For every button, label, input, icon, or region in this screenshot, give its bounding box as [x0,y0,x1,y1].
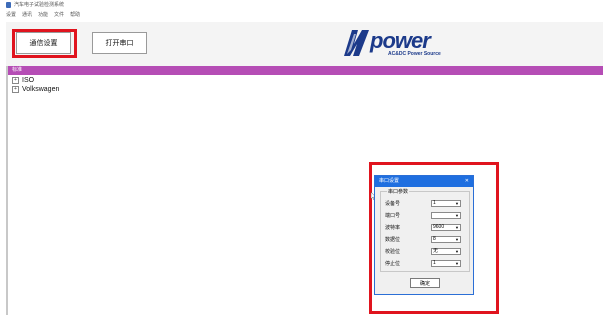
ok-button[interactable]: 确定 [410,278,440,288]
field-port-no: 端口号 ▼ [385,211,469,219]
tree-item-iso[interactable]: + ISO [12,76,59,85]
port-no-select[interactable]: ▼ [431,211,461,219]
toolbar: 通信设置 打开串口 power AC&DC Power Source [6,22,603,66]
menu-item-settings[interactable]: 设置 [6,10,16,20]
dialog-title-bar: 串口设置 ✕ [375,176,473,187]
field-baud-rate: 波特率 9600 ▼ [385,223,469,231]
select-value: 无 [433,247,439,254]
brand-logo: power AC&DC Power Source [342,26,442,60]
menu-item-comm[interactable]: 通讯 [22,10,32,20]
menu-item-help[interactable]: 帮助 [70,10,80,20]
field-data-bits: 数据位 8 ▼ [385,235,469,243]
field-label: 数据位 [385,236,401,243]
menu-item-file[interactable]: 文件 [54,10,64,20]
field-label: 波特率 [385,224,401,231]
group-title: 串口参数 [387,188,410,195]
tree-header: 标准 [8,66,603,75]
chevron-down-icon: ▼ [455,260,459,266]
select-value: 1 [433,259,436,266]
chevron-down-icon: ▼ [455,200,459,206]
menu-bar: 设置 通讯 功能 文件 帮助 [0,10,603,20]
field-label: 停止位 [385,260,401,267]
title-bar: 汽车电子试验检测系统 [0,0,603,10]
chevron-down-icon: ▼ [455,248,459,254]
app-icon [6,2,11,8]
baud-rate-select[interactable]: 9600 ▼ [431,223,461,231]
field-parity: 校验位 无 ▼ [385,247,469,255]
device-no-select[interactable]: 1 ▼ [431,199,461,207]
tree-item-label[interactable]: ISO [22,77,34,84]
select-value: 9600 [433,223,445,230]
data-bits-select[interactable]: 8 ▼ [431,235,461,243]
expand-icon[interactable]: + [12,77,19,84]
menu-item-function[interactable]: 功能 [38,10,48,20]
logo-mark-icon [344,30,369,56]
window-title: 汽车电子试验检测系统 [14,2,65,8]
serial-params-group: 串口参数 设备号 1 ▼ 端口号 ▼ 波特率 9600 ▼ 数据位 8 ▼ 校验… [380,188,470,272]
chevron-down-icon: ▼ [455,236,459,242]
tree-item-label[interactable]: Volkswagen [22,86,59,93]
highlight-box-settings [12,29,77,58]
tree-item-volkswagen[interactable]: + Volkswagen [12,85,59,94]
field-label: 端口号 [385,212,401,219]
main-panel: 标准 + ISO + Volkswagen [6,66,603,315]
parity-select[interactable]: 无 ▼ [431,247,461,255]
dialog-title: 串口设置 [379,178,400,184]
stop-bits-select[interactable]: 1 ▼ [431,259,461,267]
close-icon[interactable]: ✕ [465,176,469,187]
field-device-no: 设备号 1 ▼ [385,199,469,207]
select-value: 8 [433,235,436,242]
serial-settings-dialog: 串口设置 ✕ 串口参数 设备号 1 ▼ 端口号 ▼ 波特率 9600 ▼ 数据位… [374,175,474,295]
open-port-button[interactable]: 打开串口 [92,32,147,54]
field-label: 校验位 [385,248,401,255]
select-value: 1 [433,199,436,206]
standards-tree: + ISO + Volkswagen [12,76,59,94]
field-stop-bits: 停止位 1 ▼ [385,259,469,267]
expand-icon[interactable]: + [12,86,19,93]
logo-subtitle: AC&DC Power Source [388,51,441,57]
chevron-down-icon: ▼ [455,224,459,230]
chevron-down-icon: ▼ [455,212,459,218]
field-label: 设备号 [385,200,401,207]
